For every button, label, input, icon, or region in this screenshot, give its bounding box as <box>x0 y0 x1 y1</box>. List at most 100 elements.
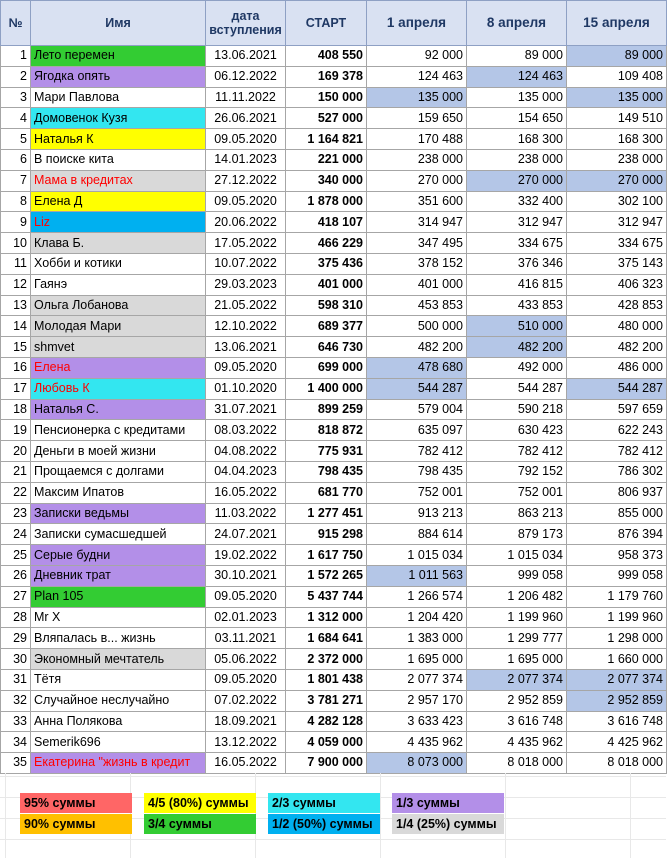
row-number-cell[interactable]: 18 <box>0 398 31 421</box>
row-number-cell[interactable]: 22 <box>0 481 31 504</box>
apr15-amount-cell[interactable]: 480 000 <box>566 315 667 338</box>
row-number-cell[interactable]: 5 <box>0 128 31 150</box>
join-date-cell[interactable]: 13.06.2021 <box>205 336 286 358</box>
apr8-amount-cell[interactable]: 1 015 034 <box>466 544 567 566</box>
join-date-cell[interactable]: 04.04.2023 <box>205 460 286 483</box>
join-date-cell[interactable]: 20.06.2022 <box>205 211 286 234</box>
apr8-amount-cell[interactable]: 863 213 <box>466 502 567 525</box>
start-amount-cell[interactable]: 646 730 <box>285 336 367 358</box>
row-number-cell[interactable]: 3 <box>0 86 31 109</box>
apr1-amount-cell[interactable]: 798 435 <box>366 460 467 483</box>
name-cell[interactable]: Ольга Лобанова <box>30 294 206 317</box>
name-cell[interactable]: Екатерина "жизнь в кредит <box>30 752 206 774</box>
apr1-amount-cell[interactable]: 124 463 <box>366 65 467 88</box>
row-number-cell[interactable]: 14 <box>0 315 31 338</box>
name-cell[interactable]: shmvet <box>30 336 206 358</box>
start-amount-cell[interactable]: 1 878 000 <box>285 190 367 213</box>
header-start[interactable]: СТАРТ <box>285 0 367 46</box>
row-number-cell[interactable]: 30 <box>0 648 31 670</box>
join-date-cell[interactable]: 02.01.2023 <box>205 606 286 629</box>
row-number-cell[interactable]: 35 <box>0 752 31 774</box>
row-number-cell[interactable]: 23 <box>0 502 31 525</box>
row-number-cell[interactable]: 20 <box>0 440 31 462</box>
start-amount-cell[interactable]: 1 312 000 <box>285 606 367 629</box>
row-number-cell[interactable]: 13 <box>0 294 31 317</box>
start-amount-cell[interactable]: 527 000 <box>285 107 367 130</box>
start-amount-cell[interactable]: 375 436 <box>285 252 367 275</box>
apr15-amount-cell[interactable]: 168 300 <box>566 128 667 150</box>
name-cell[interactable]: Записки сумасшедшей <box>30 523 206 546</box>
apr1-amount-cell[interactable]: 453 853 <box>366 294 467 317</box>
apr15-amount-cell[interactable]: 855 000 <box>566 502 667 525</box>
name-cell[interactable]: Вляпалась в... жизнь <box>30 627 206 650</box>
join-date-cell[interactable]: 17.05.2022 <box>205 232 286 254</box>
apr8-amount-cell[interactable]: 510 000 <box>466 315 567 338</box>
apr15-amount-cell[interactable]: 109 408 <box>566 65 667 88</box>
join-date-cell[interactable]: 03.11.2021 <box>205 627 286 650</box>
start-amount-cell[interactable]: 899 259 <box>285 398 367 421</box>
start-amount-cell[interactable]: 2 372 000 <box>285 648 367 670</box>
join-date-cell[interactable]: 29.03.2023 <box>205 273 286 296</box>
start-amount-cell[interactable]: 1 400 000 <box>285 377 367 400</box>
join-date-cell[interactable]: 16.05.2022 <box>205 481 286 504</box>
join-date-cell[interactable]: 04.08.2022 <box>205 440 286 462</box>
apr1-amount-cell[interactable]: 2 957 170 <box>366 689 467 712</box>
join-date-cell[interactable]: 30.10.2021 <box>205 564 286 587</box>
row-number-cell[interactable]: 31 <box>0 668 31 691</box>
apr15-amount-cell[interactable]: 238 000 <box>566 148 667 171</box>
join-date-cell[interactable]: 13.06.2021 <box>205 45 286 67</box>
header-date[interactable]: дата вступления <box>205 0 286 46</box>
name-cell[interactable]: Случайное неслучайно <box>30 689 206 712</box>
apr8-amount-cell[interactable]: 8 018 000 <box>466 752 567 774</box>
name-cell[interactable]: Мари Павлова <box>30 86 206 109</box>
row-number-cell[interactable]: 12 <box>0 273 31 296</box>
apr15-amount-cell[interactable]: 406 323 <box>566 273 667 296</box>
apr1-amount-cell[interactable]: 238 000 <box>366 148 467 171</box>
apr1-amount-cell[interactable]: 913 213 <box>366 502 467 525</box>
apr15-amount-cell[interactable]: 806 937 <box>566 481 667 504</box>
apr15-amount-cell[interactable]: 486 000 <box>566 356 667 379</box>
name-cell[interactable]: Домовенок Кузя <box>30 107 206 130</box>
join-date-cell[interactable]: 26.06.2021 <box>205 107 286 130</box>
apr15-amount-cell[interactable]: 958 373 <box>566 544 667 566</box>
start-amount-cell[interactable]: 798 435 <box>285 460 367 483</box>
apr15-amount-cell[interactable]: 4 425 962 <box>566 731 667 754</box>
join-date-cell[interactable]: 12.10.2022 <box>205 315 286 338</box>
start-amount-cell[interactable]: 818 872 <box>285 419 367 442</box>
name-cell[interactable]: В поиске кита <box>30 148 206 171</box>
apr8-amount-cell[interactable]: 2 077 374 <box>466 668 567 691</box>
apr1-amount-cell[interactable]: 347 495 <box>366 232 467 254</box>
name-cell[interactable]: Plan 105 <box>30 585 206 608</box>
start-amount-cell[interactable]: 4 059 000 <box>285 731 367 754</box>
name-cell[interactable]: Клава Б. <box>30 232 206 254</box>
apr1-amount-cell[interactable]: 544 287 <box>366 377 467 400</box>
apr8-amount-cell[interactable]: 492 000 <box>466 356 567 379</box>
row-number-cell[interactable]: 7 <box>0 169 31 192</box>
start-amount-cell[interactable]: 1 801 438 <box>285 668 367 691</box>
apr1-amount-cell[interactable]: 579 004 <box>366 398 467 421</box>
row-number-cell[interactable]: 29 <box>0 627 31 650</box>
apr15-amount-cell[interactable]: 544 287 <box>566 377 667 400</box>
join-date-cell[interactable]: 05.06.2022 <box>205 648 286 670</box>
row-number-cell[interactable]: 17 <box>0 377 31 400</box>
apr1-amount-cell[interactable]: 1 204 420 <box>366 606 467 629</box>
apr8-amount-cell[interactable]: 1 299 777 <box>466 627 567 650</box>
row-number-cell[interactable]: 8 <box>0 190 31 213</box>
name-cell[interactable]: Максим Ипатов <box>30 481 206 504</box>
join-date-cell[interactable]: 08.03.2022 <box>205 419 286 442</box>
name-cell[interactable]: Liz <box>30 211 206 234</box>
row-number-cell[interactable]: 19 <box>0 419 31 442</box>
apr8-amount-cell[interactable]: 544 287 <box>466 377 567 400</box>
join-date-cell[interactable]: 11.03.2022 <box>205 502 286 525</box>
name-cell[interactable]: Гаянэ <box>30 273 206 296</box>
name-cell[interactable]: Елена <box>30 356 206 379</box>
join-date-cell[interactable]: 14.01.2023 <box>205 148 286 171</box>
start-amount-cell[interactable]: 466 229 <box>285 232 367 254</box>
row-number-cell[interactable]: 11 <box>0 252 31 275</box>
apr15-amount-cell[interactable]: 312 947 <box>566 211 667 234</box>
start-amount-cell[interactable]: 1 277 451 <box>285 502 367 525</box>
apr1-amount-cell[interactable]: 4 435 962 <box>366 731 467 754</box>
name-cell[interactable]: Ягодка опять <box>30 65 206 88</box>
apr8-amount-cell[interactable]: 879 173 <box>466 523 567 546</box>
join-date-cell[interactable]: 24.07.2021 <box>205 523 286 546</box>
